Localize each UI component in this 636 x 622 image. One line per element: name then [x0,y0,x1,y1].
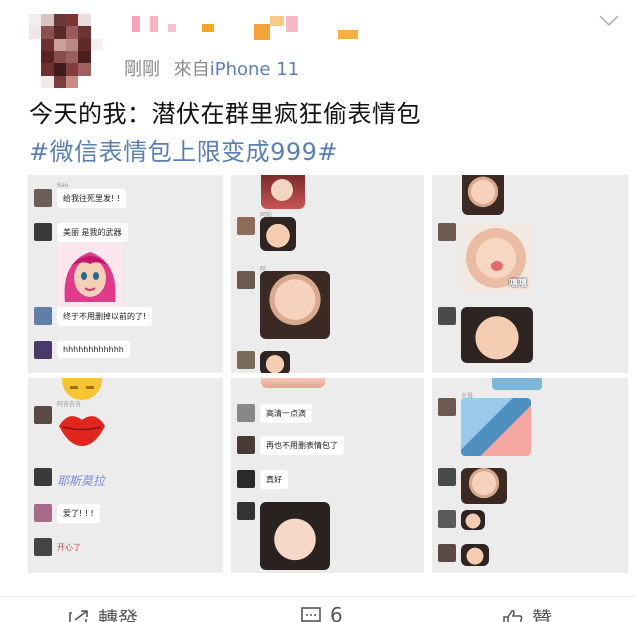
baby-tongue-sticker: 嘻嘻 [461,223,531,293]
chat-bubble: 爱了! ! ! [57,504,100,523]
grid-image-2[interactable]: 阿粘 阿 [231,175,424,373]
cartoon-girl-sticker [57,242,123,308]
repost-label: 轉發 [98,607,138,622]
baby-sticker [260,351,290,373]
like-label: 贊 [532,607,552,622]
grid-image-3[interactable]: 嘻嘻 [432,175,628,373]
avatar [237,502,255,520]
avatar [34,468,52,486]
avatar [237,217,255,235]
handwritten-sticker: 耶斯莫拉 [57,474,106,488]
repost-icon [69,609,88,622]
baby-sticker [461,307,533,363]
crying-baby-sticker [260,271,330,339]
avatar [237,271,255,289]
comment-count: 6 [330,603,343,622]
post-source-device[interactable]: iPhone 11 [210,59,299,80]
post-text: 今天的我：潜伏在群里疯狂偷表情包 [29,100,421,128]
avatar [34,538,52,556]
like-button[interactable]: 贊 [502,603,552,622]
emoji-sticker [62,378,102,400]
avatar [34,223,52,241]
sticker-caption: 嘻嘻 [508,279,527,289]
baby-sticker [461,544,489,566]
avatar [34,307,52,325]
thumbs-up-icon [503,609,523,622]
avatar [237,404,255,422]
user-avatar[interactable] [29,14,103,88]
chat-bubble: 美丽 是我的武器 [57,223,128,242]
comment-icon [301,607,321,622]
chat-bubble: 真好 [260,470,288,489]
avatar [438,544,456,562]
chat-bubble: 高清一点滴 [260,404,312,423]
avatar [34,341,52,359]
baby-sticker [260,217,296,251]
post-time: 剛剛 [124,59,160,80]
username-redacted[interactable] [124,16,364,46]
nickname: 阿吉吉吉 [57,401,82,408]
avatar [34,504,52,522]
avatar [34,189,52,207]
avatar [438,510,456,528]
baby-sticker [462,175,504,215]
cartoon-sticker [461,398,531,456]
hashtag-link[interactable]: #微信表情包上限变成999# [29,132,338,167]
avatar [237,351,255,369]
laughing-baby-sticker [260,502,330,570]
avatar [34,406,52,424]
chat-bubble: 给我往死里发! ! [57,189,126,208]
post-action-bar: 轉發 6 贊 [0,596,636,622]
chevron-down-icon[interactable] [598,14,620,28]
post-source-prefix: 來自 [173,59,210,80]
nickname: Bao [57,182,69,189]
lips-sticker [59,416,105,446]
repost-button[interactable]: 轉發 [68,603,138,622]
post-meta: 剛剛 來自iPhone 11 [124,55,299,81]
grid-image-5[interactable]: 高清一点滴 再也不用删表情包了 真好 [231,378,424,573]
comment-button[interactable]: 6 [300,603,343,622]
baby-sticker [461,510,485,530]
baby-sticker [461,468,507,504]
grid-image-1[interactable]: Bao 给我往死里发! ! 美丽 是我的武器 终于不用删掉以前的了! hhhhh… [28,175,223,373]
avatar [438,398,456,416]
avatar [438,307,456,325]
grid-image-4[interactable]: 阿吉吉吉 耶斯莫拉 爱了! ! ! 开心了 [28,378,223,573]
avatar [438,223,456,241]
avatar [237,470,255,488]
sticker-top [261,175,305,209]
chat-bubble: hhhhhhhhhhhh [57,341,130,358]
sticker-top [261,378,325,388]
sticker-top [492,378,542,390]
handwritten-sticker: 开心了 [57,543,81,552]
avatar [237,436,255,454]
image-grid: Bao 给我往死里发! ! 美丽 是我的武器 终于不用删掉以前的了! hhhhh… [28,175,628,575]
avatar [438,468,456,486]
chat-bubble: 终于不用删掉以前的了! [57,307,153,326]
grid-image-6[interactable]: 大骨 [432,378,628,573]
chat-bubble: 再也不用删表情包了 [260,436,344,455]
